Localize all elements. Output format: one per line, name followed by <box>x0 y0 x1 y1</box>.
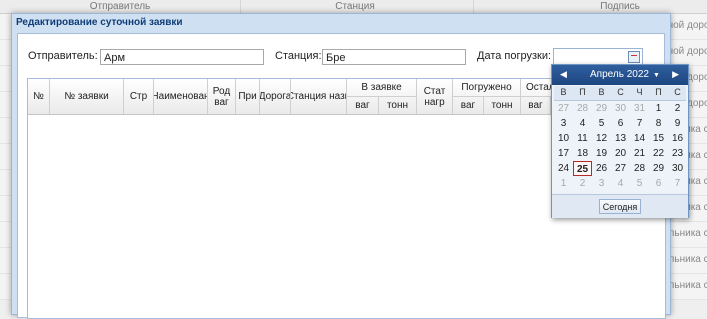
calendar-day[interactable]: 3 <box>554 116 573 131</box>
next-month-icon[interactable]: ▶ <box>672 69 679 80</box>
calendar-day[interactable]: 5 <box>592 116 611 131</box>
weekday-label: В <box>598 87 605 97</box>
station-input[interactable]: Бре <box>322 49 466 65</box>
calendar-day[interactable]: 4 <box>611 176 630 191</box>
calendar-trigger-icon[interactable] <box>628 51 640 63</box>
weekday-row: ВПВСЧПС <box>554 86 686 101</box>
calendar-day[interactable]: 6 <box>649 176 668 191</box>
sender-input[interactable]: Арм <box>100 49 264 65</box>
calendar-day[interactable]: 10 <box>554 131 573 146</box>
calendar-day[interactable]: 30 <box>668 161 687 176</box>
weekday-label: П <box>579 87 586 97</box>
calendar-day[interactable]: 28 <box>630 161 649 176</box>
col-group-in-request: В заявке <box>347 79 417 96</box>
weekday-label: С <box>674 87 681 97</box>
col-loaded-wagons[interactable]: ваг <box>453 96 484 114</box>
loading-date-label: Дата погрузки: <box>477 50 552 62</box>
calendar-day[interactable]: 31 <box>630 101 649 116</box>
col-in-request-wagons[interactable]: ваг <box>347 96 379 114</box>
month-selector[interactable]: Апрель 2022 ▼ <box>590 69 660 80</box>
calendar-day[interactable]: 5 <box>630 176 649 191</box>
calendar-day[interactable]: 13 <box>611 131 630 146</box>
col-name[interactable]: Наименован <box>154 79 208 114</box>
prev-month-icon[interactable]: ◀ <box>560 69 567 80</box>
calendar-day[interactable]: 7 <box>668 176 687 191</box>
calendar-day[interactable]: 30 <box>611 101 630 116</box>
calendar-day[interactable]: 24 <box>554 161 573 176</box>
today-button[interactable]: Сегодня <box>599 199 641 214</box>
calendar-day[interactable]: 12 <box>592 131 611 146</box>
col-note[interactable]: При <box>236 79 260 114</box>
col-loaded-tons[interactable]: тонн <box>484 96 521 114</box>
calendar-day[interactable]: 19 <box>592 146 611 161</box>
weekday-label: П <box>655 87 662 97</box>
calendar-day[interactable]: 28 <box>573 101 592 116</box>
date-picker: ◀ Апрель 2022 ▼ ▶ ВПВСЧПС 27 28 29 30 31 1 2 3 4 5… <box>551 64 689 218</box>
calendar-day[interactable]: 26 <box>592 161 611 176</box>
calendar-day[interactable]: 14 <box>630 131 649 146</box>
station-label: Станция: <box>275 50 322 62</box>
calendar-day[interactable]: 18 <box>573 146 592 161</box>
col-dest-station[interactable]: Станция назн <box>291 79 347 114</box>
background-column-divider <box>240 0 241 13</box>
calendar-day[interactable]: 1 <box>554 176 573 191</box>
calendar-day[interactable]: 4 <box>573 116 592 131</box>
weekday-label: В <box>560 87 567 97</box>
calendar-day[interactable]: 20 <box>611 146 630 161</box>
background-column-sender: Отправитель <box>89 1 151 12</box>
calendar-day[interactable]: 16 <box>668 131 687 146</box>
calendar-day-today[interactable]: 25 <box>573 161 592 176</box>
calendar-day[interactable]: 23 <box>668 146 687 161</box>
calendar-day[interactable]: 17 <box>554 146 573 161</box>
background-column-station: Станция <box>335 1 375 12</box>
dialog-title: Редактирование суточной заявки <box>16 17 183 28</box>
calendar-day[interactable]: 27 <box>611 161 630 176</box>
calendar-day[interactable]: 15 <box>649 131 668 146</box>
col-remaining-wagons[interactable]: ваг <box>521 96 551 114</box>
sender-label: Отправитель: <box>28 50 98 62</box>
col-country[interactable]: Стр <box>124 79 154 114</box>
col-num[interactable]: № <box>28 79 50 114</box>
date-picker-footer: Сегодня <box>552 194 688 218</box>
calendar-day[interactable]: 2 <box>668 101 687 116</box>
calendar-day[interactable]: 3 <box>592 176 611 191</box>
calendar-day[interactable]: 21 <box>630 146 649 161</box>
chevron-down-icon: ▼ <box>652 72 660 79</box>
background-grid-header: Отправитель Станция Подпись <box>0 0 707 14</box>
col-in-request-tons[interactable]: тонн <box>379 96 417 114</box>
date-picker-header: ◀ Апрель 2022 ▼ ▶ <box>552 65 688 85</box>
calendar-day[interactable]: 7 <box>630 116 649 131</box>
background-column-signature: Подпись <box>600 1 640 12</box>
col-wagon-kind[interactable]: Род ваг <box>208 79 236 114</box>
calendar-day[interactable]: 6 <box>611 116 630 131</box>
calendar-day[interactable]: 11 <box>573 131 592 146</box>
col-stat-cargo[interactable]: Стат нагр <box>417 79 453 114</box>
calendar-day[interactable]: 27 <box>554 101 573 116</box>
background-column-divider <box>473 0 474 13</box>
col-road[interactable]: Дорога <box>260 79 291 114</box>
month-label: Апрель 2022 <box>590 69 649 80</box>
weekday-label: С <box>617 87 624 97</box>
col-group-loaded: Погружено <box>453 79 521 96</box>
calendar-day[interactable]: 29 <box>592 101 611 116</box>
calendar-day[interactable]: 22 <box>649 146 668 161</box>
calendar-day[interactable]: 29 <box>649 161 668 176</box>
calendar-day[interactable]: 9 <box>668 116 687 131</box>
calendar-day[interactable]: 8 <box>649 116 668 131</box>
calendar-day[interactable]: 2 <box>573 176 592 191</box>
col-request-num[interactable]: № заявки <box>50 79 124 114</box>
calendar-day[interactable]: 1 <box>649 101 668 116</box>
weekday-label: Ч <box>636 87 643 97</box>
